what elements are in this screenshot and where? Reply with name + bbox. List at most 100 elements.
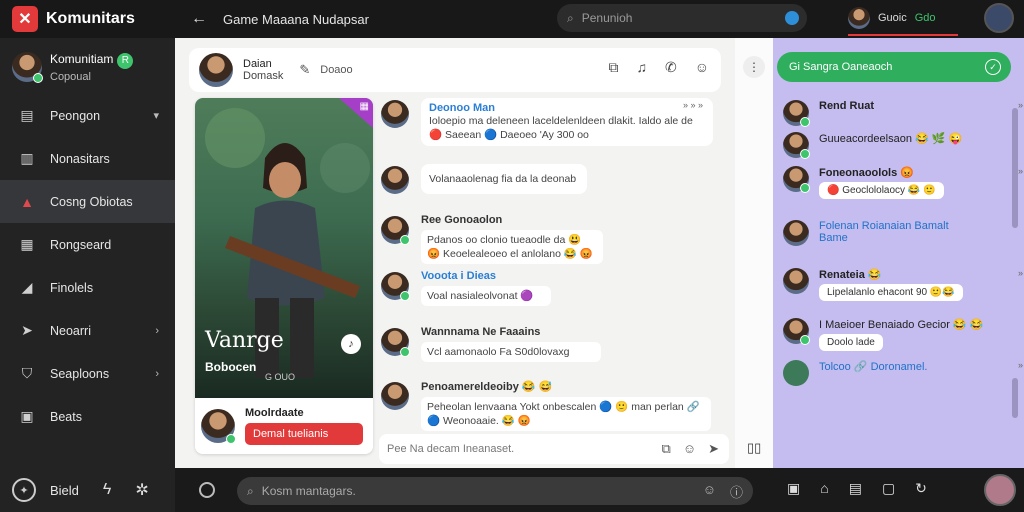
item-name: Renateia 😂 bbox=[819, 269, 882, 281]
list-item[interactable]: Penoamereldeoiby 😂 😅 Peheolan lenvaana Y… bbox=[381, 380, 721, 431]
list-item[interactable]: Renateia 😂 Lipelalanlo ehacont 90 🙂😂 » »… bbox=[783, 268, 1024, 301]
info-icon[interactable]: ⓘ bbox=[730, 482, 743, 501]
sidebar-item-label: Rongseard bbox=[50, 237, 112, 252]
avatar bbox=[12, 52, 43, 83]
share-icon[interactable]: ⧉ bbox=[608, 59, 618, 76]
item-name: Guueacordeelsaon 😂 🌿 😜 bbox=[819, 133, 963, 145]
list-item[interactable]: Volanaaolenag fia da la deonab bbox=[381, 164, 721, 194]
search-icon: ⌕ bbox=[567, 10, 574, 25]
sidebar-item-beats[interactable]: ▣ Beats bbox=[0, 395, 175, 438]
chat-head-extra: Doaoo bbox=[320, 64, 353, 76]
sidebar-item-label: Beats bbox=[50, 409, 82, 424]
bolt-icon[interactable]: ϟ bbox=[103, 481, 111, 499]
avatar bbox=[783, 360, 809, 386]
emoji-icon[interactable]: ☺ bbox=[703, 482, 716, 501]
building-icon: ▤ bbox=[20, 107, 34, 123]
save-icon[interactable]: ▣ bbox=[787, 480, 800, 497]
avatar bbox=[783, 166, 810, 193]
chevron-down-icon: ▾ bbox=[153, 110, 159, 122]
avatar[interactable] bbox=[199, 53, 233, 87]
search-placeholder: Penunioh bbox=[581, 11, 633, 25]
chart-icon: ▥ bbox=[20, 150, 34, 166]
composer-placeholder: Kosm mantagars. bbox=[261, 484, 356, 498]
avatar bbox=[381, 272, 410, 301]
join-button[interactable]: Demal tuelianis bbox=[245, 423, 363, 445]
voice-icon[interactable] bbox=[785, 11, 799, 25]
sidebar-item-seaploons[interactable]: ⛉ Seaploons › bbox=[0, 352, 175, 395]
chevron-right-icon: › bbox=[155, 367, 159, 380]
account-avatar[interactable] bbox=[984, 3, 1014, 33]
home-icon[interactable]: ⌂ bbox=[820, 480, 828, 497]
item-bubble: 🔴 Geoclololaocy 😂 🙂 bbox=[819, 182, 944, 199]
list-item[interactable]: Wannnama Ne Faaains Vcl aamonaolo Fa S0d… bbox=[381, 326, 721, 362]
avatar[interactable] bbox=[984, 474, 1016, 506]
list-item[interactable]: Vooota i Dieas Voal nasialeolvonat 🟣 bbox=[381, 270, 721, 306]
send-icon[interactable]: ➤ bbox=[708, 441, 719, 457]
avatar[interactable] bbox=[201, 409, 236, 444]
list-item[interactable]: Folenan Roianaian Bamalt Bame bbox=[783, 220, 1024, 246]
list-item[interactable]: Rend Ruat » » » bbox=[783, 100, 1024, 127]
sidebar-item-peongon[interactable]: ▤ Peongon ▾ bbox=[0, 94, 175, 137]
host-row: Moolrdaate Demal tuelianis bbox=[195, 398, 373, 454]
gear-icon[interactable]: ✲ bbox=[135, 480, 148, 500]
right-panel: ⋮ ▯▯ Gi Sangra Oaneaoch ✓ Rend Ruat » » … bbox=[735, 38, 1024, 468]
profile-badge: R bbox=[117, 52, 134, 69]
item-name: Tolcoo 🔗 Doronamel. bbox=[819, 361, 928, 373]
list-item[interactable]: I Maeioer Benaiado Gecior 😂 😂 Doolo lade bbox=[783, 318, 1024, 351]
list-item[interactable]: Foneonaoolols 😡 🔴 Geoclololaocy 😂 🙂 » » … bbox=[783, 166, 1024, 199]
search-input[interactable]: ⌕ Penunioh bbox=[557, 4, 807, 32]
input-placeholder: Pee Na decam Ineanaset. bbox=[387, 443, 515, 455]
phone-icon[interactable]: ✆ bbox=[665, 59, 677, 76]
check-icon[interactable]: ✓ bbox=[985, 59, 1001, 75]
card-icon: ▦ bbox=[20, 236, 34, 252]
back-arrow-icon[interactable]: ← bbox=[191, 10, 211, 28]
right-search-label: Gi Sangra Oaneaoch bbox=[789, 61, 893, 73]
message-input[interactable]: Pee Na decam Ineanaset. ⧉ ☺ ➤ bbox=[379, 434, 729, 464]
emoji-icon[interactable]: ☺ bbox=[695, 59, 709, 76]
right-strip: ⋮ ▯▯ bbox=[735, 38, 773, 468]
footer-label[interactable]: Bield bbox=[50, 483, 79, 498]
bell-icon[interactable]: ♫ bbox=[636, 59, 647, 76]
attach-icon[interactable]: ⧉ bbox=[662, 441, 671, 457]
refresh-icon[interactable] bbox=[199, 482, 215, 498]
message-text: Peheolan lenvaana Yokt onbescalen 🔵 🙂 ma… bbox=[421, 397, 711, 431]
card-icon[interactable]: ▢ bbox=[882, 480, 895, 497]
user-menu[interactable]: Guoic Gdo bbox=[848, 3, 958, 36]
list-item[interactable]: Guueacordeelsaon 😂 🌿 😜 bbox=[783, 132, 1024, 159]
expand-icon[interactable]: ▯▯ bbox=[747, 440, 761, 456]
arrow-icon: ➤ bbox=[21, 322, 33, 338]
scrollbar[interactable] bbox=[1012, 378, 1018, 418]
scrollbar[interactable] bbox=[1012, 108, 1018, 228]
sidebar-item-finolels[interactable]: ◢ Finolels bbox=[0, 266, 175, 309]
refresh-icon[interactable]: ↻ bbox=[915, 480, 927, 497]
user-status: Gdo bbox=[914, 12, 936, 24]
list-item[interactable]: Ree Gonoaolon Pdanos oo clonio tueaodle … bbox=[381, 214, 721, 264]
sidebar-item-label: Finolels bbox=[50, 280, 94, 295]
profile[interactable]: Komunitiam R Copoual bbox=[0, 38, 175, 94]
emoji-icon[interactable]: ☺ bbox=[683, 441, 696, 457]
chevron-right-icon: › bbox=[155, 324, 159, 337]
composer-input[interactable]: ⌕ Kosm mantagars. ☺ ⓘ bbox=[237, 477, 753, 505]
sidebar-item-nonasitars[interactable]: ▥ Nonasitars bbox=[0, 137, 175, 180]
sidebar-item-label: Cosng Obiotas bbox=[50, 194, 133, 209]
list-item[interactable]: Deonoo Man Ioloepio ma deleneen laceldel… bbox=[381, 98, 721, 146]
search-icon: ⌕ bbox=[247, 483, 254, 498]
play-icon[interactable]: ♪ bbox=[341, 334, 361, 354]
chat-head-sub: Domask bbox=[243, 70, 284, 82]
sidebar-item-neoarri[interactable]: ➤ Neoarri › bbox=[0, 309, 175, 352]
avatar bbox=[381, 328, 410, 357]
list-item[interactable]: Tolcoo 🔗 Doronamel. » » » bbox=[783, 360, 1024, 386]
more-icon[interactable]: ⋮ bbox=[743, 56, 765, 78]
game-card[interactable]: ▦ Vanrge ♪ Bobocen G OUO Moolrdaate Dema… bbox=[195, 98, 373, 454]
sidebar-item-cosng-obiotas[interactable]: ▲ Cosng Obiotas bbox=[0, 180, 175, 223]
sidebar-item-rongseard[interactable]: ▦ Rongseard bbox=[0, 223, 175, 266]
profile-sub: Copoual bbox=[50, 70, 91, 83]
message-text: Ioloepio ma deleneen laceldelenldeen dla… bbox=[429, 115, 693, 141]
sidebar-item-label: Peongon bbox=[50, 108, 101, 123]
avatar bbox=[783, 268, 809, 294]
right-search[interactable]: Gi Sangra Oaneaoch ✓ bbox=[777, 52, 1011, 82]
settings-icon[interactable]: ✦ bbox=[12, 478, 36, 502]
brand[interactable]: ✕ Komunitars bbox=[0, 0, 175, 38]
gallery-icon[interactable]: ▤ bbox=[849, 480, 862, 497]
edit-icon[interactable]: ✎ bbox=[299, 62, 310, 78]
